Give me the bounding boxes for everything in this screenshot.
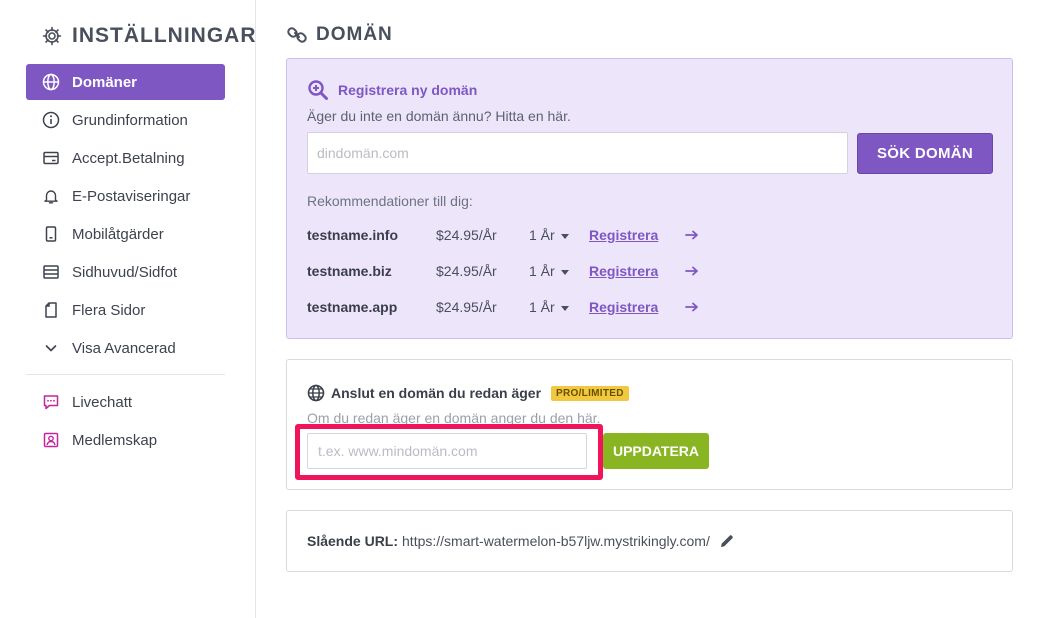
recommendations-label: Rekommendationer till dig: — [307, 193, 473, 209]
layout-icon — [42, 263, 60, 281]
site-url-label: Slående URL: — [307, 533, 399, 549]
sidebar-title: INSTÄLLNINGAR — [42, 24, 257, 48]
bell-icon — [42, 187, 60, 205]
chat-icon — [42, 393, 60, 411]
sidebar-item-membership[interactable]: Medlemskap — [26, 422, 225, 458]
sidebar-item-label: Flera Sidor — [72, 301, 146, 319]
arrow-right-icon — [685, 225, 699, 245]
pencil-icon[interactable] — [719, 533, 735, 549]
sidebar-item-label: Mobilåtgärder — [72, 225, 164, 243]
search-domain-button[interactable]: SÖK DOMÄN — [857, 133, 993, 174]
connect-domain-heading-text: Anslut en domän du redan äger — [331, 385, 542, 401]
register-link[interactable]: Registrera — [589, 299, 658, 315]
sidebar-item-label: Visa Avancerad — [72, 339, 176, 357]
recommendation-row: testname.info $24.95/År 1 År Registrera — [307, 225, 987, 245]
globe-icon — [42, 73, 60, 91]
gear-icon — [42, 26, 62, 46]
term-select[interactable]: 1 År — [529, 227, 569, 243]
term-value: 1 År — [529, 263, 555, 279]
register-link[interactable]: Registrera — [589, 227, 658, 243]
sidebar-title-text: INSTÄLLNINGAR — [72, 24, 257, 47]
pro-limited-badge: PRO/LIMITED — [551, 385, 629, 401]
domain-search-input[interactable] — [307, 132, 848, 174]
sidebar-item-basic-info[interactable]: Grundinformation — [26, 102, 225, 138]
arrow-right-icon — [685, 297, 699, 317]
info-icon — [42, 111, 60, 129]
recommendation-name: testname.app — [307, 299, 398, 315]
connect-domain-card: Anslut en domän du redan äger PRO/LIMITE… — [286, 359, 1013, 490]
site-url-line: Slående URL: https://smart-watermelon-b5… — [307, 533, 735, 549]
page-title: DOMÄN — [286, 24, 393, 46]
term-value: 1 År — [529, 227, 555, 243]
sidebar-item-label: Livechatt — [72, 393, 133, 411]
register-link[interactable]: Registrera — [589, 263, 658, 279]
caret-down-icon — [560, 269, 569, 275]
sidebar-item-label: Sidhuvud/Sidfot — [72, 263, 178, 281]
caret-down-icon — [560, 233, 569, 239]
sidebar-item-multiple-pages[interactable]: Flera Sidor — [26, 292, 225, 328]
credit-card-icon — [42, 149, 60, 167]
sidebar-divider — [26, 374, 225, 375]
sidebar-item-email-notifications[interactable]: E-Postaviseringar — [26, 178, 225, 214]
register-domain-heading-text: Registrera ny domän — [338, 82, 478, 98]
mobile-icon — [42, 225, 60, 243]
page-title-text: DOMÄN — [316, 24, 393, 45]
sidebar-item-mobile-actions[interactable]: Mobilåtgärder — [26, 216, 225, 252]
link-icon — [286, 24, 308, 46]
site-url-card: Slående URL: https://smart-watermelon-b5… — [286, 510, 1013, 572]
register-domain-heading: Registrera ny domän — [307, 79, 477, 101]
member-icon — [42, 431, 60, 449]
register-domain-subtitle: Äger du inte en domän ännu? Hitta en här… — [307, 108, 571, 124]
site-url-value: https://smart-watermelon-b57ljw.mystriki… — [402, 533, 710, 549]
connect-domain-heading: Anslut en domän du redan äger PRO/LIMITE… — [307, 384, 629, 402]
sidebar-item-label: Medlemskap — [72, 431, 158, 449]
sidebar-item-label: Domäner — [72, 73, 138, 91]
term-select[interactable]: 1 År — [529, 299, 569, 315]
recommendation-price: $24.95/År — [436, 227, 497, 243]
sidebar-item-payments[interactable]: Accept.Betalning — [26, 140, 225, 176]
sidebar-item-label: E-Postaviseringar — [72, 187, 191, 205]
caret-down-icon — [560, 305, 569, 311]
settings-sidebar: INSTÄLLNINGAR Domäner Grundinformation A… — [0, 0, 256, 618]
recommendation-name: testname.biz — [307, 263, 392, 279]
sidebar-nav: Domäner Grundinformation Accept.Betalnin… — [26, 64, 225, 460]
term-value: 1 År — [529, 299, 555, 315]
update-button[interactable]: UPPDATERA — [603, 433, 709, 469]
sidebar-item-livechat[interactable]: Livechatt — [26, 384, 225, 420]
recommendation-name: testname.info — [307, 227, 399, 243]
recommendation-price: $24.95/År — [436, 263, 497, 279]
custom-domain-input[interactable] — [307, 433, 587, 469]
term-select[interactable]: 1 År — [529, 263, 569, 279]
search-plus-icon — [307, 79, 329, 101]
sidebar-item-domains[interactable]: Domäner — [26, 64, 225, 100]
chevron-down-icon — [42, 339, 60, 357]
arrow-right-icon — [685, 261, 699, 281]
globe-icon — [307, 384, 325, 402]
register-domain-card: Registrera ny domän Äger du inte en domä… — [286, 58, 1013, 339]
sidebar-item-label: Grundinformation — [72, 111, 188, 129]
recommendation-row: testname.app $24.95/År 1 År Registrera — [307, 297, 987, 317]
sidebar-item-label: Accept.Betalning — [72, 149, 185, 167]
pages-icon — [42, 301, 60, 319]
sidebar-item-header-footer[interactable]: Sidhuvud/Sidfot — [26, 254, 225, 290]
recommendation-row: testname.biz $24.95/År 1 År Registrera — [307, 261, 987, 281]
recommendation-price: $24.95/År — [436, 299, 497, 315]
sidebar-item-show-advanced[interactable]: Visa Avancerad — [26, 330, 225, 366]
